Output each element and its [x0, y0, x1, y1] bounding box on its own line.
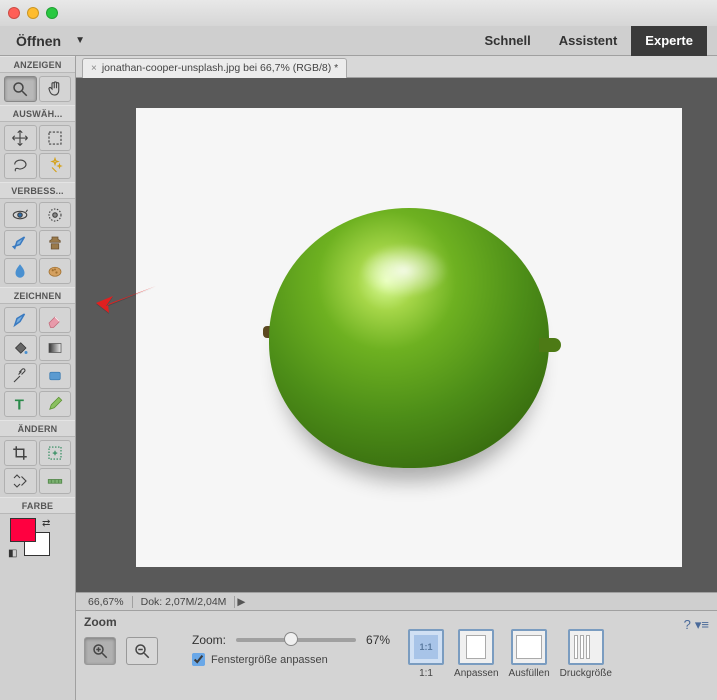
tool-section-auswaehlen: AUSWÄH...: [0, 105, 75, 122]
eyedropper-tool[interactable]: [4, 363, 37, 389]
lasso-tool[interactable]: [4, 153, 37, 179]
open-button[interactable]: Öffnen: [6, 33, 71, 49]
clone-stamp-tool[interactable]: [39, 230, 72, 256]
type-tool[interactable]: T: [4, 391, 37, 417]
window-titlebar: [0, 0, 717, 26]
spot-healing-tool[interactable]: [39, 202, 72, 228]
redeye-tool[interactable]: [4, 202, 37, 228]
fit-1to1-icon: 1:1: [408, 629, 444, 665]
pencil-tool[interactable]: [39, 391, 72, 417]
straighten-tool[interactable]: [39, 468, 72, 494]
status-bar: 66,67% Dok: 2,07M/2,04M ▶: [76, 592, 717, 610]
tool-panel: ANZEIGEN AUSWÄH... VERBESS... ZEICHNEN: [0, 56, 76, 700]
magic-wand-tool[interactable]: [39, 153, 72, 179]
brush-tool[interactable]: [4, 307, 37, 333]
swap-colors-icon[interactable]: ⇄: [42, 518, 50, 529]
window-minimize-button[interactable]: [27, 7, 39, 19]
annotation-arrow: [91, 278, 161, 321]
smart-brush-tool[interactable]: [4, 230, 37, 256]
mode-tab-assistent[interactable]: Assistent: [545, 26, 632, 56]
tool-section-verbessern: VERBESS...: [0, 182, 75, 199]
eraser-tool[interactable]: [39, 307, 72, 333]
status-zoom[interactable]: 66,67%: [80, 596, 133, 608]
rectangular-marquee-tool[interactable]: [39, 125, 72, 151]
fit-window-checkbox-input[interactable]: [192, 653, 205, 666]
tool-options-panel: Zoom Zoom: 67% Fenstergröße anpassen: [76, 610, 717, 700]
status-doc-info[interactable]: Dok: 2,07M/2,04M: [133, 596, 236, 608]
fit-ausfuellen-icon: [511, 629, 547, 665]
mode-tab-schnell[interactable]: Schnell: [471, 26, 545, 56]
document-tab-title: jonathan-cooper-unsplash.jpg bei 66,7% (…: [102, 62, 338, 74]
tool-section-zeichnen: ZEICHNEN: [0, 287, 75, 304]
gradient-tool[interactable]: [39, 335, 72, 361]
close-tab-icon[interactable]: ×: [91, 63, 97, 74]
options-title: Zoom: [84, 615, 174, 631]
help-icon[interactable]: ?: [684, 617, 691, 632]
window-zoom-button[interactable]: [46, 7, 58, 19]
fit-druckgroesse-button[interactable]: Druckgröße: [560, 629, 612, 679]
top-menu-bar: Öffnen ▼ Schnell Assistent Experte: [0, 26, 717, 56]
content-aware-tool[interactable]: [4, 468, 37, 494]
tool-section-aendern: ÄNDERN: [0, 420, 75, 437]
zoom-slider-thumb[interactable]: [284, 632, 298, 646]
image-content-lime: [259, 198, 559, 478]
default-colors-icon[interactable]: ◧: [8, 548, 17, 559]
zoom-in-button[interactable]: [84, 637, 116, 665]
move-tool[interactable]: [4, 125, 37, 151]
document-canvas[interactable]: [136, 108, 682, 567]
open-dropdown-arrow[interactable]: ▼: [75, 35, 85, 46]
zoom-label: Zoom:: [192, 633, 226, 647]
mode-tab-experte[interactable]: Experte: [631, 26, 707, 56]
fit-ausfuellen-button[interactable]: Ausfüllen: [509, 629, 550, 679]
recompose-tool[interactable]: [39, 440, 72, 466]
shape-tool[interactable]: [39, 363, 72, 389]
tool-section-anzeigen: ANZEIGEN: [0, 56, 75, 73]
blur-tool[interactable]: [4, 258, 37, 284]
zoom-slider[interactable]: [236, 638, 356, 642]
color-swatch-area: ⇄ ◧: [0, 514, 75, 564]
fit-window-checkbox[interactable]: Fenstergröße anpassen: [192, 653, 390, 666]
hand-tool[interactable]: [39, 76, 72, 102]
fit-1to1-button[interactable]: 1:1 1:1: [408, 629, 444, 679]
canvas-area[interactable]: [76, 78, 717, 592]
status-menu-arrow[interactable]: ▶: [235, 596, 247, 608]
zoom-tool[interactable]: [4, 76, 37, 102]
tool-section-farbe: FARBE: [0, 497, 75, 514]
paint-bucket-tool[interactable]: [4, 335, 37, 361]
fit-anpassen-icon: [458, 629, 494, 665]
fit-anpassen-button[interactable]: Anpassen: [454, 629, 498, 679]
svg-text:T: T: [15, 396, 24, 413]
fit-druckgroesse-icon: [568, 629, 604, 665]
crop-tool[interactable]: [4, 440, 37, 466]
sponge-tool[interactable]: [39, 258, 72, 284]
window-close-button[interactable]: [8, 7, 20, 19]
options-menu-icon[interactable]: ▾≡: [695, 617, 709, 633]
document-tab[interactable]: × jonathan-cooper-unsplash.jpg bei 66,7%…: [82, 58, 347, 78]
zoom-value: 67%: [366, 633, 390, 647]
foreground-color-swatch[interactable]: [10, 518, 36, 542]
zoom-out-button[interactable]: [126, 637, 158, 665]
document-tab-strip: × jonathan-cooper-unsplash.jpg bei 66,7%…: [76, 56, 717, 78]
